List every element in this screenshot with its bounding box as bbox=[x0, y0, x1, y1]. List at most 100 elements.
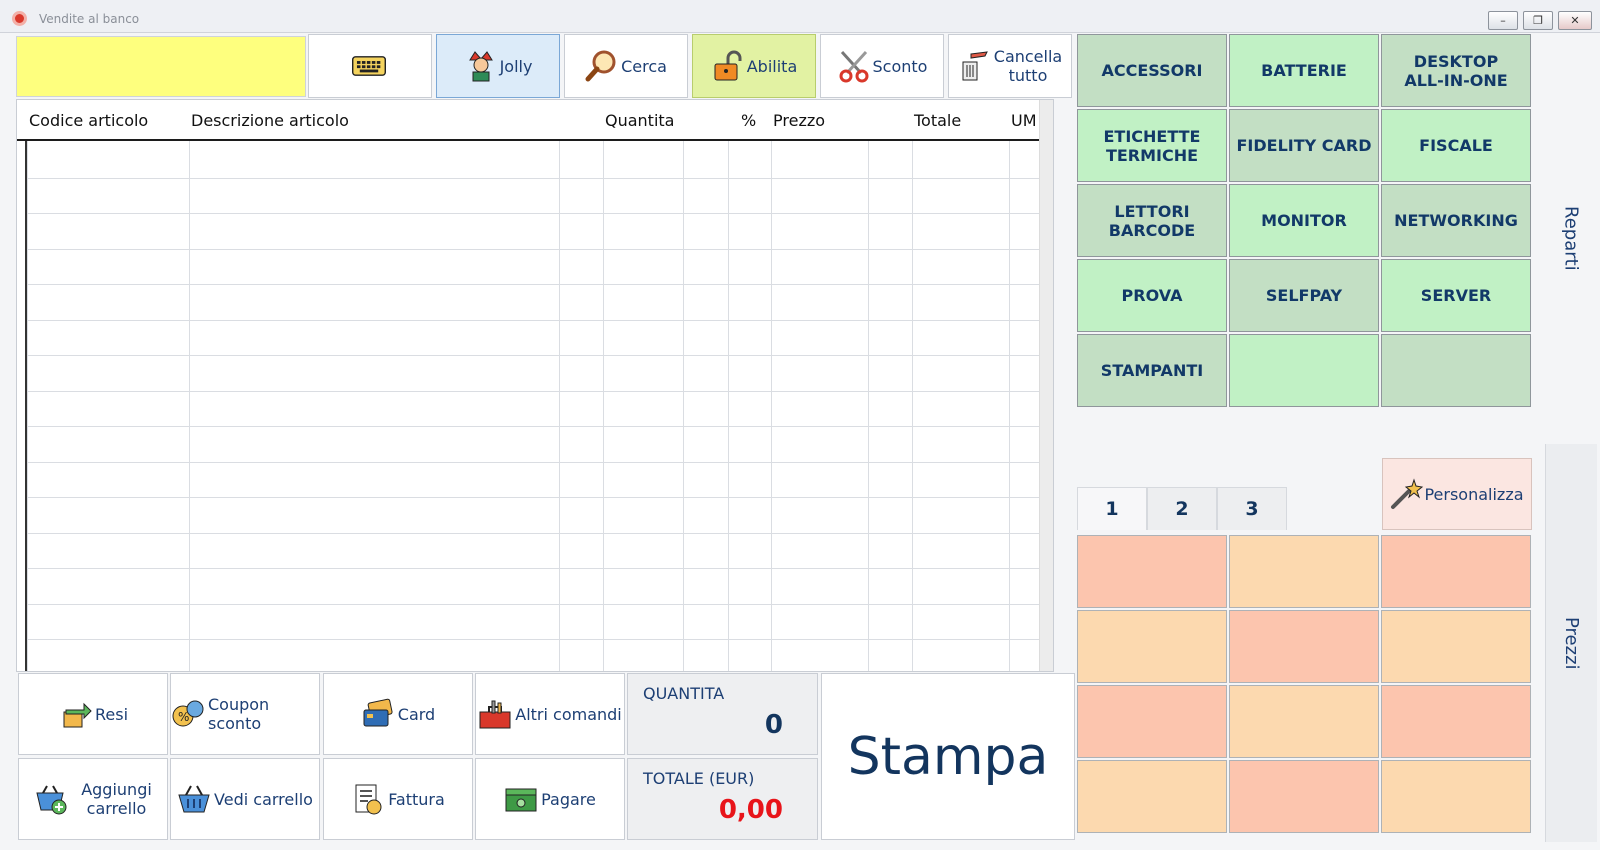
dept-networking[interactable]: NETWORKING bbox=[1381, 184, 1531, 257]
items-table[interactable]: Codice articolo Descrizione articolo Qua… bbox=[16, 99, 1054, 672]
return-icon bbox=[58, 698, 92, 730]
coupon-sconto-label: Coupon sconto bbox=[208, 695, 270, 733]
app-lifebuoy-icon bbox=[12, 11, 27, 26]
abilita-label: Abilita bbox=[746, 56, 798, 76]
minimize-button[interactable]: – bbox=[1488, 11, 1518, 30]
dept-empty-2[interactable] bbox=[1381, 334, 1531, 407]
resi-button[interactable]: Resi bbox=[18, 673, 168, 755]
minimize-icon: – bbox=[1500, 14, 1506, 27]
sconto-label: Sconto bbox=[872, 56, 928, 76]
dept-server[interactable]: SERVER bbox=[1381, 259, 1531, 332]
altri-comandi-button[interactable]: Altri comandi bbox=[475, 673, 625, 755]
coupon-icon: % bbox=[171, 698, 205, 730]
stampa-button[interactable]: Stampa bbox=[821, 673, 1075, 840]
vedi-carrello-button[interactable]: Vedi carrello bbox=[170, 758, 320, 840]
close-button[interactable]: ✕ bbox=[1558, 11, 1592, 30]
fattura-label: Fattura bbox=[388, 789, 445, 809]
totale-label: TOTALE (EUR) bbox=[643, 769, 755, 788]
vedi-carrello-label: Vedi carrello bbox=[214, 789, 313, 809]
aggiungi-carrello-label: Aggiungi carrello bbox=[81, 780, 152, 818]
price-tab-3[interactable]: 3 bbox=[1217, 487, 1287, 530]
window-title: Vendite al banco bbox=[39, 12, 140, 26]
dept-fidelity-card[interactable]: FIDELITY CARD bbox=[1229, 109, 1379, 182]
dept-empty-1[interactable] bbox=[1229, 334, 1379, 407]
column-totale[interactable]: Totale bbox=[912, 100, 961, 141]
invoice-icon bbox=[351, 783, 385, 815]
basket-icon bbox=[177, 783, 211, 815]
price-cell[interactable] bbox=[1229, 760, 1379, 833]
card-label: Card bbox=[397, 704, 436, 724]
altri-comandi-label: Altri comandi bbox=[515, 704, 622, 724]
dept-stampanti[interactable]: STAMPANTI bbox=[1077, 334, 1227, 407]
price-cell[interactable] bbox=[1077, 685, 1227, 758]
table-header: Codice articolo Descrizione articolo Qua… bbox=[17, 100, 1053, 141]
restore-icon: ❐ bbox=[1533, 14, 1543, 27]
unlock-icon bbox=[711, 50, 745, 82]
magic-wand-icon bbox=[1390, 478, 1424, 510]
aggiungi-carrello-button[interactable]: Aggiungi carrello bbox=[18, 758, 168, 840]
keyboard-icon bbox=[352, 50, 386, 82]
price-cell[interactable] bbox=[1381, 760, 1531, 833]
dept-desktop-all-in-one[interactable]: DESKTOP ALL-IN-ONE bbox=[1381, 34, 1531, 107]
dept-etichette-termiche[interactable]: ETICHETTE TERMICHE bbox=[1077, 109, 1227, 182]
column-percent[interactable]: % bbox=[739, 100, 756, 141]
dept-batterie[interactable]: BATTERIE bbox=[1229, 34, 1379, 107]
toolbox-icon bbox=[478, 698, 512, 730]
tab-reparti[interactable]: Reparti bbox=[1545, 34, 1597, 442]
totale-box: TOTALE (EUR) 0,00 bbox=[627, 758, 818, 840]
price-cell[interactable] bbox=[1077, 610, 1227, 683]
trash-icon bbox=[958, 50, 992, 82]
pagare-button[interactable]: Pagare bbox=[475, 758, 625, 840]
quantita-value: 0 bbox=[764, 710, 783, 740]
credit-card-icon bbox=[361, 698, 395, 730]
magnifier-icon bbox=[585, 50, 619, 82]
dept-monitor[interactable]: MONITOR bbox=[1229, 184, 1379, 257]
quantita-label: QUANTITA bbox=[643, 684, 725, 703]
price-tab-1[interactable]: 1 bbox=[1077, 487, 1147, 530]
coupon-sconto-button[interactable]: % Coupon sconto bbox=[170, 673, 320, 755]
tab-prezzi[interactable]: Prezzi bbox=[1545, 444, 1597, 842]
column-descrizione-articolo[interactable]: Descrizione articolo bbox=[189, 100, 349, 141]
fattura-button[interactable]: Fattura bbox=[323, 758, 473, 840]
money-icon bbox=[504, 783, 538, 815]
pagare-label: Pagare bbox=[541, 789, 596, 809]
column-um[interactable]: UM bbox=[1009, 100, 1037, 141]
quantita-box: QUANTITA 0 bbox=[627, 673, 818, 755]
price-cell[interactable] bbox=[1381, 685, 1531, 758]
basket-add-icon bbox=[34, 783, 68, 815]
dept-fiscale[interactable]: FISCALE bbox=[1381, 109, 1531, 182]
restore-button[interactable]: ❐ bbox=[1523, 11, 1553, 30]
cerca-label: Cerca bbox=[621, 56, 667, 76]
grid-scrollbar[interactable] bbox=[1039, 100, 1053, 671]
price-tab-2[interactable]: 2 bbox=[1147, 487, 1217, 530]
dept-lettori-barcode[interactable]: LETTORI BARCODE bbox=[1077, 184, 1227, 257]
resi-label: Resi bbox=[94, 704, 129, 724]
column-codice-articolo[interactable]: Codice articolo bbox=[27, 100, 148, 141]
keyboard-button[interactable] bbox=[308, 34, 432, 98]
barcode-input[interactable] bbox=[16, 36, 306, 97]
cancella-tutto-label: Cancella tutto bbox=[993, 47, 1063, 85]
totale-value: 0,00 bbox=[718, 795, 783, 825]
price-cell[interactable] bbox=[1229, 685, 1379, 758]
sconto-button[interactable]: Sconto bbox=[820, 34, 944, 98]
price-cell[interactable] bbox=[1077, 535, 1227, 608]
price-cell[interactable] bbox=[1381, 610, 1531, 683]
dept-selfpay[interactable]: SELFPAY bbox=[1229, 259, 1379, 332]
dept-accessori[interactable]: ACCESSORI bbox=[1077, 34, 1227, 107]
column-prezzo[interactable]: Prezzo bbox=[771, 100, 825, 141]
cerca-button[interactable]: Cerca bbox=[564, 34, 688, 98]
personalizza-label: Personalizza bbox=[1424, 484, 1524, 504]
dept-prova[interactable]: PROVA bbox=[1077, 259, 1227, 332]
jolly-button[interactable]: Jolly bbox=[436, 34, 560, 98]
jolly-label: Jolly bbox=[499, 56, 533, 76]
price-cell[interactable] bbox=[1229, 535, 1379, 608]
cancella-tutto-button[interactable]: Cancella tutto bbox=[948, 34, 1072, 98]
column-quantita[interactable]: Quantita bbox=[603, 100, 674, 141]
close-icon: ✕ bbox=[1570, 14, 1580, 27]
personalizza-button[interactable]: Personalizza bbox=[1382, 458, 1532, 530]
abilita-button[interactable]: Abilita bbox=[692, 34, 816, 98]
price-cell[interactable] bbox=[1229, 610, 1379, 683]
price-cell[interactable] bbox=[1077, 760, 1227, 833]
card-button[interactable]: Card bbox=[323, 673, 473, 755]
price-cell[interactable] bbox=[1381, 535, 1531, 608]
